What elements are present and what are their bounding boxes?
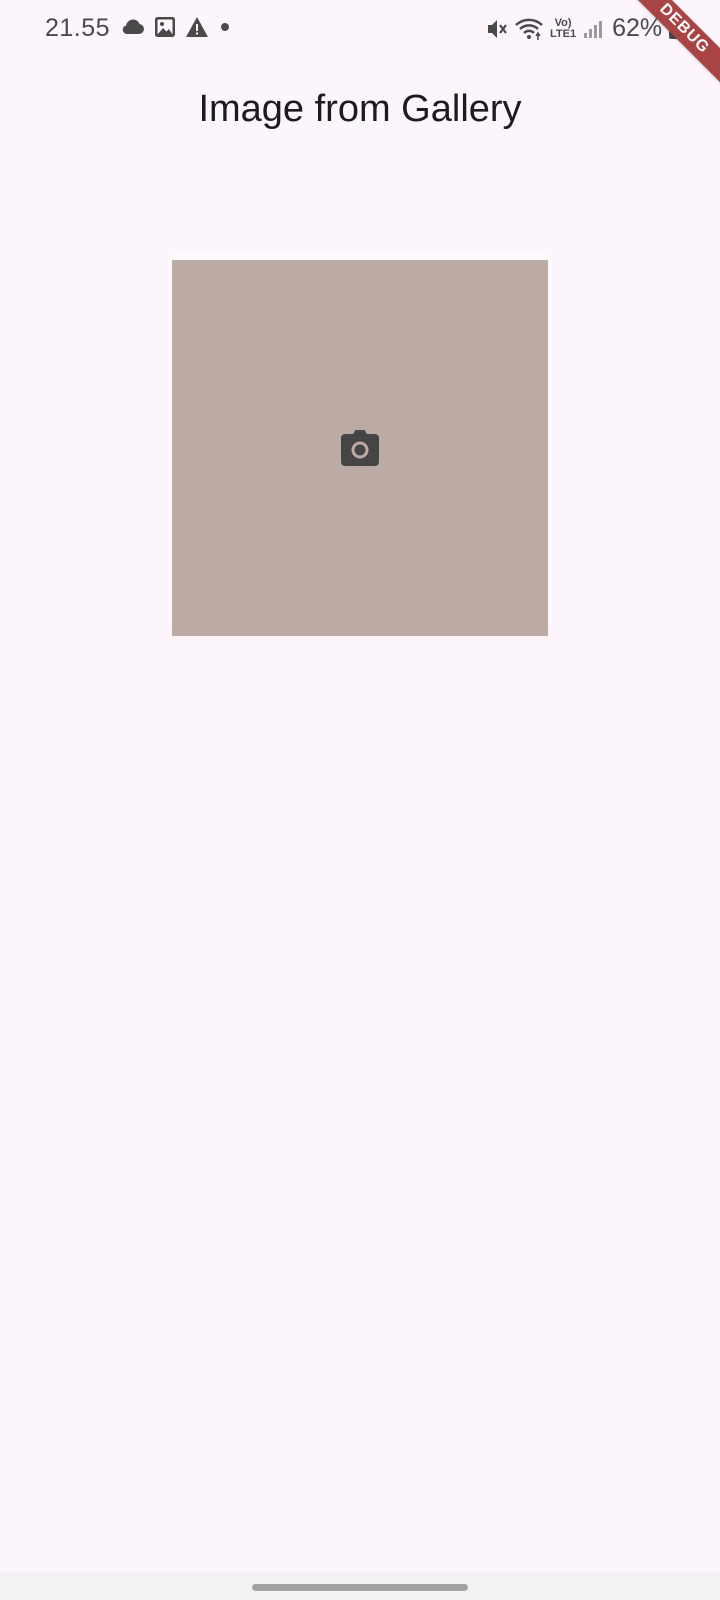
volte-label: Vo) bbox=[554, 16, 572, 29]
image-icon bbox=[154, 16, 176, 38]
image-placeholder[interactable] bbox=[172, 260, 548, 636]
battery-percentage: 62% bbox=[612, 14, 663, 42]
wifi-icon bbox=[514, 16, 544, 42]
mute-icon bbox=[486, 17, 508, 41]
warning-icon bbox=[185, 16, 209, 38]
volte-lte-icon: Vo) LTE1 bbox=[550, 16, 577, 40]
dot-icon bbox=[218, 20, 232, 34]
cloud-icon bbox=[121, 18, 145, 36]
app-bar: Image from Gallery bbox=[0, 60, 720, 160]
status-bar: 21.55 Vo) LTE1 62% bbox=[0, 0, 720, 60]
signal-icon bbox=[582, 18, 604, 40]
camera-icon[interactable] bbox=[340, 430, 380, 466]
status-right-icons: Vo) LTE1 62% bbox=[486, 14, 682, 43]
status-time: 21.55 bbox=[45, 14, 111, 42]
lte-label: LTE1 bbox=[550, 27, 577, 40]
gesture-handle[interactable] bbox=[252, 1584, 468, 1591]
page-title: Image from Gallery bbox=[198, 88, 522, 130]
status-left-icons bbox=[121, 16, 232, 38]
navigation-bar bbox=[0, 1572, 720, 1600]
